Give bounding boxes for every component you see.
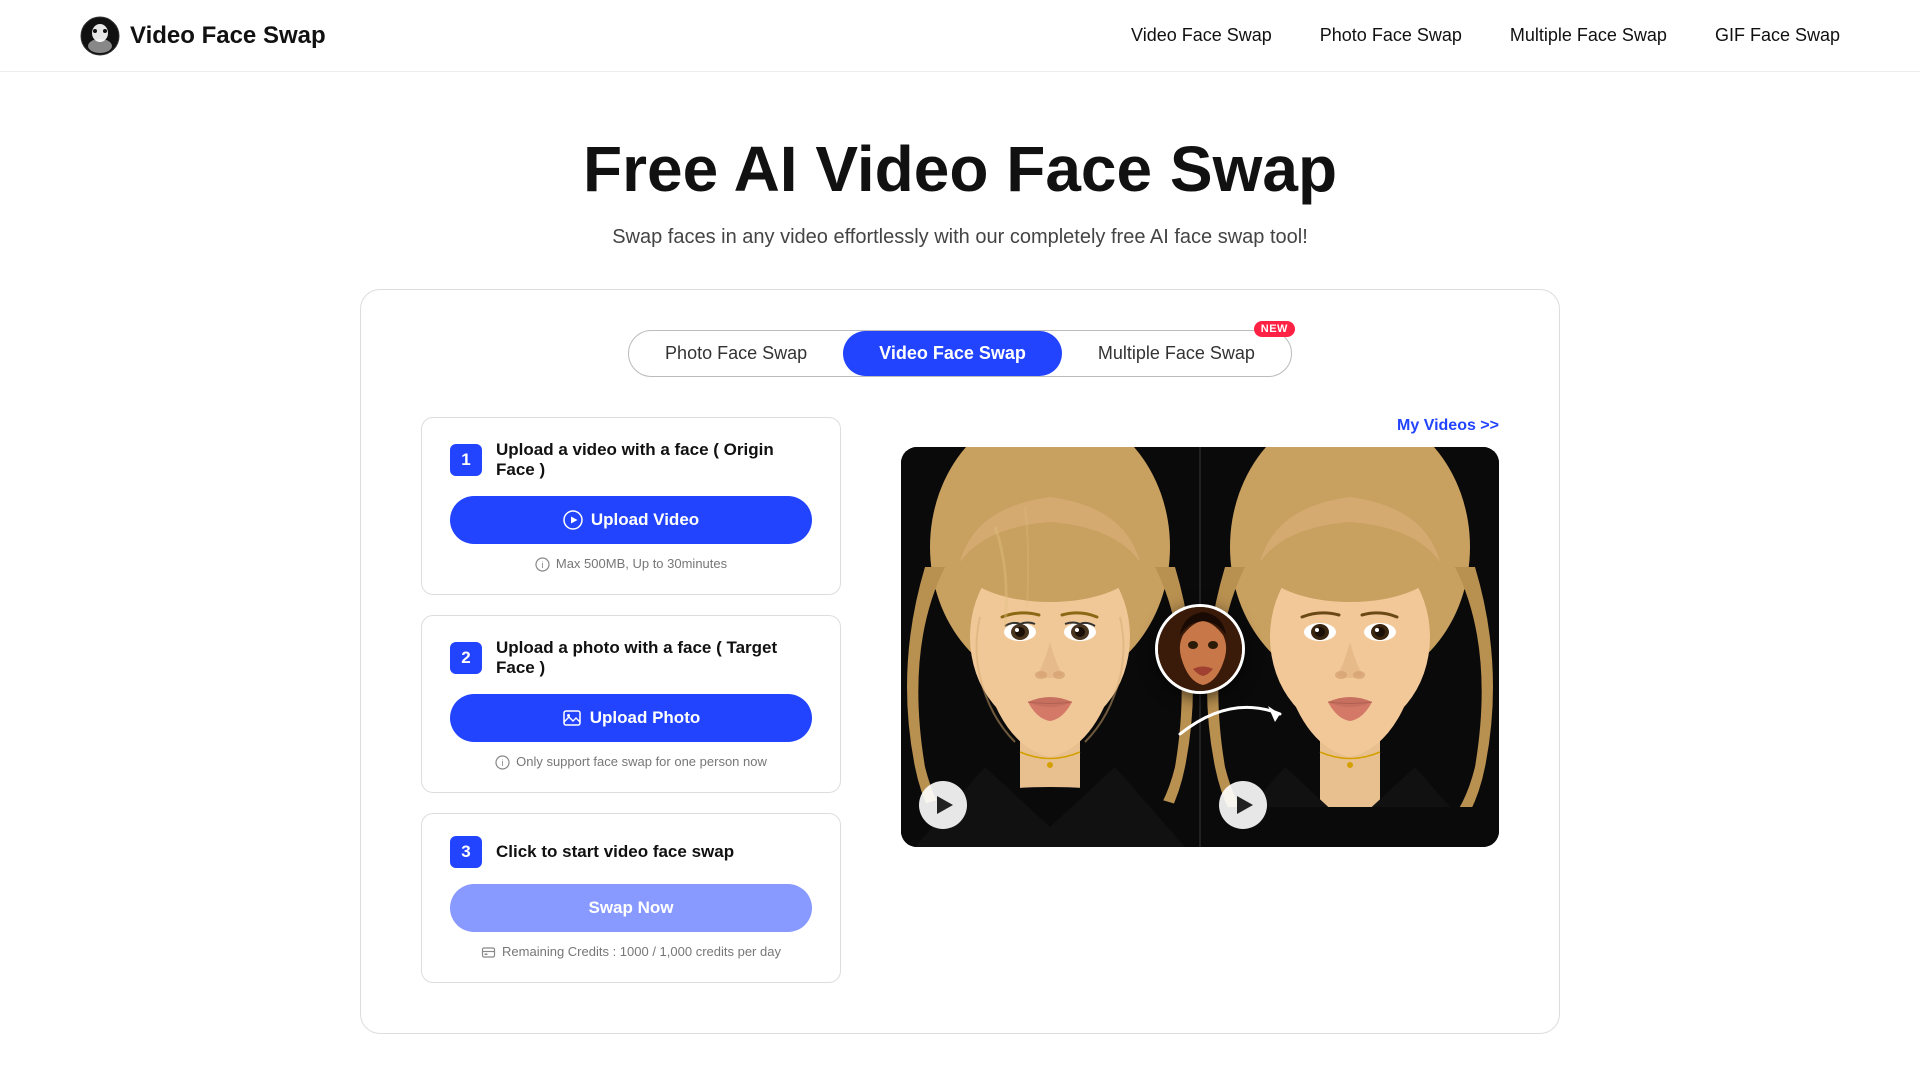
hero-section: Free AI Video Face Swap Swap faces in an… [0, 72, 1920, 289]
tab-multiple-wrapper: Multiple Face Swap NEW [1062, 331, 1291, 376]
step-1-title: Upload a video with a face ( Origin Face… [496, 440, 812, 480]
main-card: Photo Face Swap Video Face Swap Multiple… [360, 289, 1560, 1034]
logo[interactable]: Video Face Swap [80, 16, 326, 56]
step-3-note: Remaining Credits : 1000 / 1,000 credits… [450, 944, 812, 960]
info-icon-2: i [495, 755, 510, 770]
step-1-number: 1 [450, 444, 482, 476]
svg-text:i: i [541, 560, 543, 570]
steps-panel: 1 Upload a video with a face ( Origin Fa… [421, 417, 841, 983]
demo-area: My Videos >> [901, 417, 1499, 847]
svg-text:i: i [502, 758, 504, 768]
play-button-left[interactable] [919, 781, 967, 829]
my-videos-link[interactable]: My Videos >> [1397, 417, 1499, 434]
my-videos-link-container: My Videos >> [901, 417, 1499, 435]
content-row: 1 Upload a video with a face ( Origin Fa… [421, 417, 1499, 983]
nav-video-face-swap[interactable]: Video Face Swap [1131, 25, 1272, 46]
play-button-right[interactable] [1219, 781, 1267, 829]
play-icon-right [1237, 796, 1253, 814]
face-swap-inset [1110, 604, 1290, 744]
step-3-number: 3 [450, 836, 482, 868]
step-3-header: 3 Click to start video face swap [450, 836, 812, 868]
tabs-group: Photo Face Swap Video Face Swap Multiple… [628, 330, 1292, 377]
play-icon-left [937, 796, 953, 814]
hero-subtitle: Swap faces in any video effortlessly wit… [0, 226, 1920, 249]
step-3-card: 3 Click to start video face swap Swap No… [421, 813, 841, 983]
nav-multiple-face-swap[interactable]: Multiple Face Swap [1510, 25, 1667, 46]
step-2-card: 2 Upload a photo with a face ( Target Fa… [421, 615, 841, 793]
step-2-note: i Only support face swap for one person … [450, 754, 812, 770]
tab-video-face-swap[interactable]: Video Face Swap [843, 331, 1062, 376]
nav-photo-face-swap[interactable]: Photo Face Swap [1320, 25, 1462, 46]
tabs-container: Photo Face Swap Video Face Swap Multiple… [421, 330, 1499, 377]
source-face-circle [1155, 604, 1245, 694]
demo-visual [901, 447, 1499, 847]
tab-multiple-face-swap[interactable]: Multiple Face Swap [1062, 331, 1291, 376]
step-3-title: Click to start video face swap [496, 842, 734, 862]
source-face-svg [1158, 607, 1245, 694]
upload-photo-button[interactable]: Upload Photo [450, 694, 812, 742]
logo-text: Video Face Swap [130, 22, 326, 50]
step-1-note: i Max 500MB, Up to 30minutes [450, 556, 812, 572]
step-2-header: 2 Upload a photo with a face ( Target Fa… [450, 638, 812, 678]
upload-video-button[interactable]: Upload Video [450, 496, 812, 544]
info-icon: i [535, 557, 550, 572]
logo-icon [80, 16, 120, 56]
hero-title: Free AI Video Face Swap [0, 132, 1920, 206]
step-2-number: 2 [450, 642, 482, 674]
tab-photo-face-swap[interactable]: Photo Face Swap [629, 331, 843, 376]
step-1-card: 1 Upload a video with a face ( Origin Fa… [421, 417, 841, 595]
credit-icon [481, 945, 496, 960]
image-icon [562, 708, 582, 728]
nav-gif-face-swap[interactable]: GIF Face Swap [1715, 25, 1840, 46]
swap-arrow [1170, 684, 1290, 744]
new-badge: NEW [1254, 321, 1295, 337]
navbar: Video Face Swap Video Face Swap Photo Fa… [0, 0, 1920, 72]
step-1-header: 1 Upload a video with a face ( Origin Fa… [450, 440, 812, 480]
nav-links: Video Face Swap Photo Face Swap Multiple… [1131, 25, 1840, 46]
step-2-title: Upload a photo with a face ( Target Face… [496, 638, 812, 678]
play-circle-icon [563, 510, 583, 530]
swap-now-button[interactable]: Swap Now [450, 884, 812, 932]
